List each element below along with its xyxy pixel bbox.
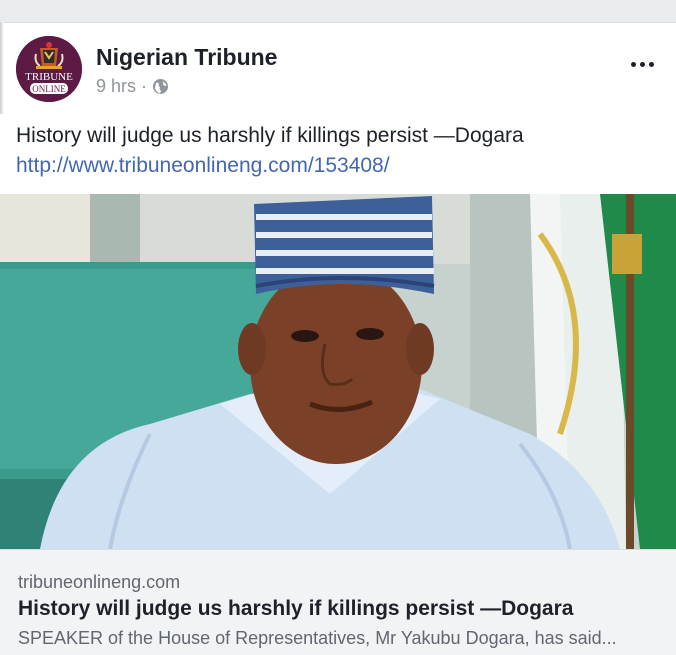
more-dot [639,61,645,67]
link-preview-image[interactable] [0,194,676,549]
link-domain: tribuneonlineng.com [18,572,181,592]
speaker-photo-illustration [0,194,676,549]
left-edge-shadow [0,22,4,114]
globe-icon [152,78,169,95]
post-meta: 9 hrs · [96,76,169,97]
avatar-text-tribune: TRIBUNE [25,71,73,83]
link-title[interactable]: History will judge us harshly if killing… [18,597,573,621]
link-preview-card[interactable]: tribuneonlineng.com History will judge u… [0,549,676,655]
more-dot [630,61,636,67]
tribune-logo-icon: TRIBUNE ONLINE [16,36,82,102]
meta-separator: · [141,76,148,96]
more-dot [648,61,654,67]
post-timestamp[interactable]: 9 hrs [96,76,136,97]
page-avatar[interactable]: TRIBUNE ONLINE [16,36,82,102]
more-options-icon[interactable] [626,50,658,78]
post-message: History will judge us harshly if killing… [16,124,524,147]
avatar-text-online: ONLINE [32,84,66,94]
feed-separator-bar [0,0,676,23]
post-header: TRIBUNE ONLINE Nigerian Tribune 9 hrs · [16,36,666,106]
link-description: SPEAKER of the House of Representatives,… [18,628,617,648]
post-link[interactable]: http://www.tribuneonlineng.com/153408/ [16,152,666,180]
page-name-link[interactable]: Nigerian Tribune [96,44,277,71]
